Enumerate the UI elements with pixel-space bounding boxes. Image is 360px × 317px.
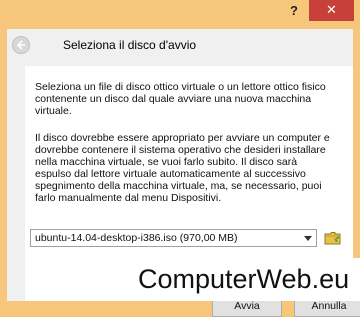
- back-arrow-icon[interactable]: [12, 36, 30, 54]
- dialog-window: ? ✕ Seleziona il disco d'avvio Seleziona…: [0, 0, 360, 317]
- close-button[interactable]: ✕: [309, 0, 354, 21]
- page-title: Seleziona il disco d'avvio: [63, 38, 197, 52]
- chevron-down-icon[interactable]: [304, 236, 312, 241]
- description-paragraph-2: Il disco dovrebbe essere appropriato per…: [35, 132, 330, 204]
- folder-icon[interactable]: [323, 228, 343, 248]
- title-bar: ? ✕: [0, 0, 360, 28]
- disk-selector-combobox[interactable]: ubuntu-14.04-desktop-i386.iso (970,00 MB…: [30, 229, 317, 247]
- disk-selector-value: ubuntu-14.04-desktop-i386.iso (970,00 MB…: [35, 232, 238, 244]
- watermark-text: ComputerWeb.eu: [136, 258, 360, 301]
- wizard-header: Seleziona il disco d'avvio: [7, 29, 353, 64]
- help-button[interactable]: ?: [280, 0, 308, 22]
- description-paragraph-1: Seleziona un file di disco ottico virtua…: [35, 81, 326, 117]
